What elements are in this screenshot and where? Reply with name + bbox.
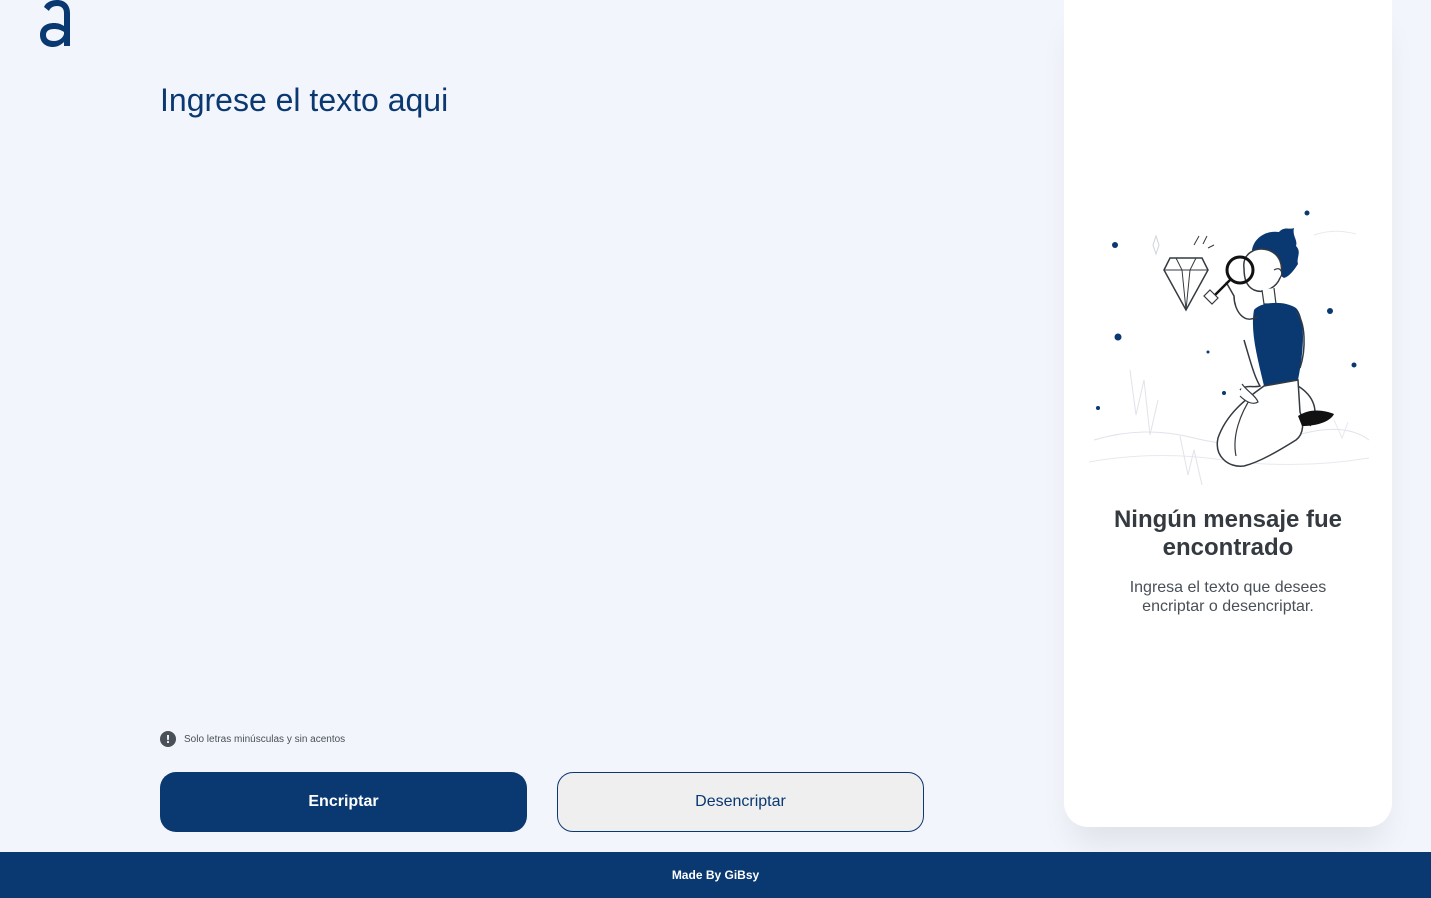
- empty-state-message: Ingresa el texto que desees encriptar o …: [1129, 579, 1327, 615]
- hint: ! Solo letras minúsculas y sin acentos: [160, 731, 345, 747]
- logo-icon: [40, 0, 70, 47]
- output-panel: Ningún mensaje fue encontrado Ingresa el…: [1064, 0, 1392, 827]
- encrypt-button[interactable]: Encriptar: [160, 772, 527, 832]
- search-illustration: [1088, 210, 1370, 486]
- empty-state-title: Ningún mensaje fue encontrado: [1113, 506, 1343, 561]
- exclamation-circle-icon: !: [160, 731, 176, 747]
- footer-credit: Made By GiBsy: [671, 868, 760, 882]
- decrypt-button[interactable]: Desencriptar: [557, 772, 924, 832]
- text-input[interactable]: [160, 82, 940, 702]
- footer: Made By GiBsy: [0, 852, 1431, 898]
- hint-text: Solo letras minúsculas y sin acentos: [184, 733, 346, 745]
